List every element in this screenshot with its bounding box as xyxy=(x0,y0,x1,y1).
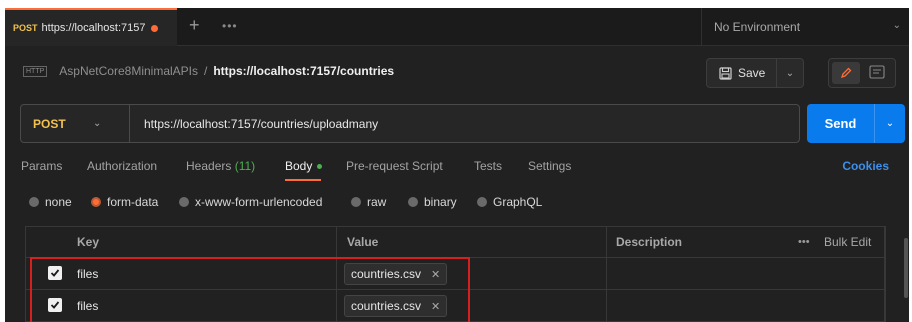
radio-icon xyxy=(351,197,361,207)
mode-urlencoded[interactable]: x-www-form-urlencoded xyxy=(179,195,322,209)
chevron-down-icon: ⌄ xyxy=(93,118,102,129)
breadcrumb-request[interactable]: https://localhost:7157/countries xyxy=(213,64,394,78)
pencil-icon[interactable] xyxy=(832,62,860,84)
mode-form-data-label: form-data xyxy=(107,195,159,209)
tab-prerequest-script[interactable]: Pre-request Script xyxy=(346,159,443,173)
form-data-table: Key Value Description ••• Bulk Edit file… xyxy=(25,226,886,322)
scrollbar[interactable] xyxy=(904,238,908,298)
column-value: Value xyxy=(347,235,379,249)
mode-urlencoded-label: x-www-form-urlencoded xyxy=(195,195,323,209)
mode-none[interactable]: none xyxy=(29,195,72,209)
cookies-link[interactable]: Cookies xyxy=(842,159,889,173)
tab-params[interactable]: Params xyxy=(21,159,62,173)
save-button[interactable]: Save xyxy=(707,59,777,87)
row-checkbox[interactable] xyxy=(48,298,62,312)
more-tabs-icon[interactable]: ••• xyxy=(222,19,238,33)
radio-icon xyxy=(477,197,487,207)
column-key: Key xyxy=(77,235,100,249)
breadcrumb: HTTP AspNetCore8MinimalAPIs / https://lo… xyxy=(23,64,394,78)
file-name: countries.csv xyxy=(351,299,422,313)
body-label: Body xyxy=(285,159,313,173)
method-select[interactable]: POST ⌄ xyxy=(21,105,130,142)
environment-select[interactable]: No Environment ⌄ xyxy=(701,8,909,46)
tab-tests[interactable]: Tests xyxy=(474,159,502,173)
file-chip: countries.csv ✕ xyxy=(344,263,448,285)
postman-window: POST https://localhost:7157 + ••• No Env… xyxy=(5,8,909,322)
body-indicator-icon xyxy=(317,164,323,170)
send-options-chevron-icon[interactable]: ⌄ xyxy=(875,118,905,129)
headers-label: Headers xyxy=(186,159,232,173)
request-tabs: Params Authorization Headers (11) Body P… xyxy=(21,159,901,183)
headers-count: (11) xyxy=(234,159,256,173)
environment-label: No Environment xyxy=(714,20,801,34)
radio-selected-icon xyxy=(91,197,101,207)
url-bar: POST ⌄ https://localhost:7157/countries/… xyxy=(20,104,800,143)
tab-method: POST xyxy=(13,23,38,33)
mode-binary[interactable]: binary xyxy=(408,195,457,209)
active-tab-underline xyxy=(285,179,321,181)
remove-file-icon[interactable]: ✕ xyxy=(431,300,440,313)
breadcrumb-collection[interactable]: AspNetCore8MinimalAPIs xyxy=(59,64,198,78)
tab-authorization[interactable]: Authorization xyxy=(87,159,157,173)
mode-none-label: none xyxy=(45,195,72,209)
send-button-group: Send ⌄ xyxy=(807,104,905,143)
mode-form-data[interactable]: form-data xyxy=(91,195,158,209)
mode-raw-label: raw xyxy=(367,195,387,209)
tab-bar: POST https://localhost:7157 + ••• No Env… xyxy=(5,8,909,46)
send-button[interactable]: Send xyxy=(807,104,875,143)
mode-graphql[interactable]: GraphQL xyxy=(477,195,542,209)
mode-raw[interactable]: raw xyxy=(351,195,386,209)
tab-url: https://localhost:7157 xyxy=(41,22,146,34)
row-key[interactable]: files xyxy=(77,267,98,281)
method-label: POST xyxy=(33,116,66,131)
radio-icon xyxy=(179,197,189,207)
new-tab-icon[interactable]: + xyxy=(189,16,200,34)
radio-icon xyxy=(408,197,418,207)
mode-graphql-label: GraphQL xyxy=(493,195,543,209)
row-key[interactable]: files xyxy=(77,299,98,313)
table-row: files countries.csv ✕ xyxy=(26,290,885,322)
breadcrumb-separator: / xyxy=(204,64,208,78)
chevron-down-icon: ⌄ xyxy=(892,20,901,31)
save-icon xyxy=(719,66,732,80)
tab-headers[interactable]: Headers (11) xyxy=(186,159,255,173)
column-description: Description xyxy=(616,235,683,249)
mode-binary-label: binary xyxy=(424,195,457,209)
more-options-icon[interactable]: ••• xyxy=(798,227,810,258)
check-icon xyxy=(50,269,60,277)
documentation-icon[interactable] xyxy=(869,65,885,82)
url-input[interactable]: https://localhost:7157/countries/uploadm… xyxy=(130,117,378,131)
save-options-chevron-icon[interactable]: ⌄ xyxy=(777,68,803,79)
save-button-group: Save ⌄ xyxy=(706,58,804,88)
http-icon: HTTP xyxy=(23,65,48,77)
check-icon xyxy=(50,301,60,309)
row-checkbox[interactable] xyxy=(48,266,62,280)
file-chip: countries.csv ✕ xyxy=(344,295,448,317)
remove-file-icon[interactable]: ✕ xyxy=(431,268,440,281)
table-row: files countries.csv ✕ xyxy=(26,258,885,290)
request-tab[interactable]: POST https://localhost:7157 xyxy=(5,8,177,46)
unsaved-dot-icon xyxy=(151,24,159,32)
bulk-edit-link[interactable]: Bulk Edit xyxy=(824,227,871,258)
tab-body[interactable]: Body xyxy=(285,159,323,181)
tab-settings[interactable]: Settings xyxy=(528,159,571,173)
table-header: Key Value Description ••• Bulk Edit xyxy=(26,227,885,258)
radio-icon xyxy=(29,197,39,207)
save-label: Save xyxy=(738,66,766,80)
edit-group xyxy=(828,58,896,88)
file-name: countries.csv xyxy=(351,267,422,281)
